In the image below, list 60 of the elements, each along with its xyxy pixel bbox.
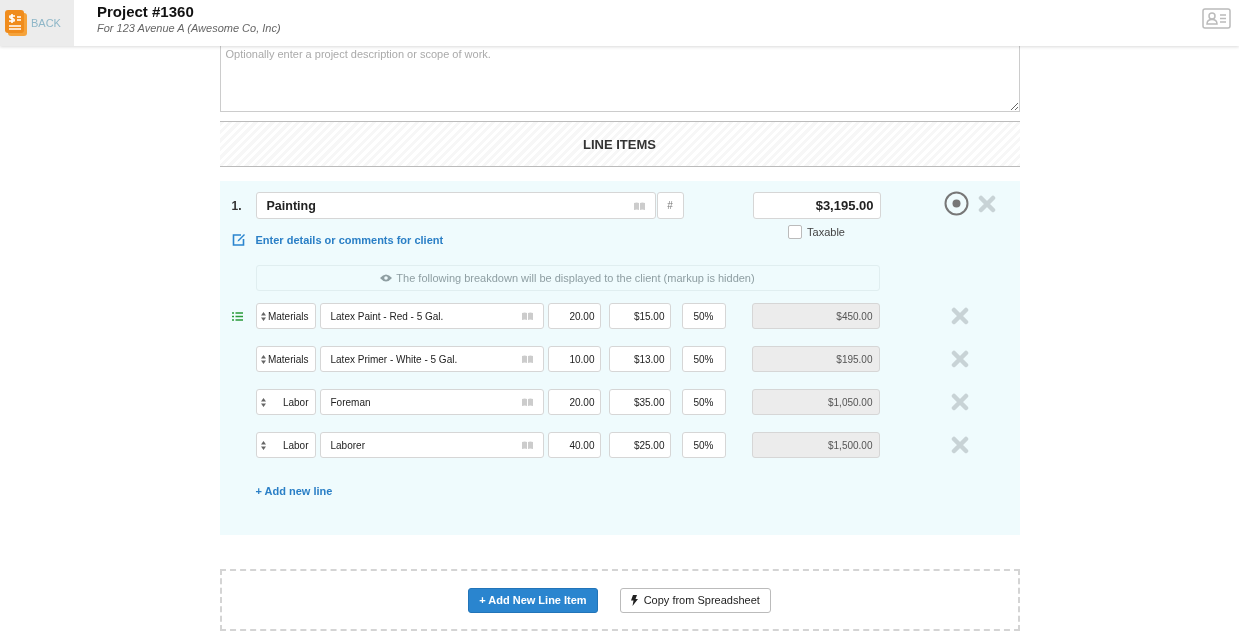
close-icon[interactable] xyxy=(950,436,969,454)
close-icon[interactable] xyxy=(950,307,969,325)
item-number: 1. xyxy=(231,198,243,213)
rate-field[interactable]: $15.00 xyxy=(608,303,671,329)
list-icon[interactable] xyxy=(231,311,243,321)
taxable-label: Taxable xyxy=(807,226,845,238)
sort-arrows-icon xyxy=(260,311,266,321)
contact-card-icon[interactable] xyxy=(1202,8,1231,29)
close-icon[interactable] xyxy=(950,350,969,368)
type-select[interactable]: Materials xyxy=(255,346,316,372)
quantity-field[interactable]: 20.00 xyxy=(547,303,601,329)
details-link[interactable]: Enter details or comments for client xyxy=(255,233,444,246)
item-total-field[interactable]: $3,195.00 xyxy=(752,192,881,219)
close-icon[interactable] xyxy=(950,393,969,411)
add-line-link[interactable]: + Add new line xyxy=(255,485,333,497)
type-select[interactable]: Materials xyxy=(255,303,316,329)
rate-field[interactable]: $35.00 xyxy=(608,389,671,415)
book-icon xyxy=(521,398,533,406)
rate-field[interactable]: $13.00 xyxy=(608,346,671,372)
radio-dot-icon[interactable] xyxy=(943,191,969,216)
hash-button[interactable]: # xyxy=(656,192,684,219)
sort-arrows-icon xyxy=(260,440,266,450)
line-amount-field: $450.00 xyxy=(751,303,880,329)
markup-field[interactable]: 50% xyxy=(681,432,726,458)
line-amount-field: $195.00 xyxy=(751,346,880,372)
project-subtitle: For 123 Avenue A (Awesome Co, Inc) xyxy=(97,22,282,34)
markup-field[interactable]: 50% xyxy=(681,303,726,329)
book-icon xyxy=(521,355,533,363)
add-line-item-button[interactable]: + Add New Line Item xyxy=(468,587,598,613)
eye-icon xyxy=(380,274,393,282)
type-select[interactable]: Labor xyxy=(255,389,316,415)
line-description-field[interactable]: Foreman xyxy=(319,389,544,415)
line-description-field[interactable]: Latex Paint - Red - 5 Gal. xyxy=(319,303,544,329)
sort-arrows-icon xyxy=(260,397,266,407)
quantity-field[interactable]: 20.00 xyxy=(547,389,601,415)
copy-spreadsheet-button[interactable]: Copy from Spreadsheet xyxy=(619,587,771,613)
rate-field[interactable]: $25.00 xyxy=(608,432,671,458)
line-description-field[interactable]: Laborer xyxy=(319,432,544,458)
book-icon xyxy=(521,312,533,320)
description-field[interactable]: Optionally enter a project description or scope of work. xyxy=(219,46,1020,112)
book-icon xyxy=(521,441,533,449)
line-description-field[interactable]: Latex Primer - White - 5 Gal. xyxy=(319,346,544,372)
bolt-icon xyxy=(630,594,638,606)
breakdown-text: The following breakdown will be displayed to the client (markup is hidden) xyxy=(396,272,755,284)
edit-icon[interactable] xyxy=(231,233,246,246)
sort-arrows-icon xyxy=(260,354,266,364)
markup-field[interactable]: 50% xyxy=(681,389,726,415)
project-title: Project #1360 xyxy=(97,3,195,20)
taxable-checkbox[interactable] xyxy=(788,225,803,239)
book-icon xyxy=(633,201,645,210)
invoice-logo-icon xyxy=(4,9,28,37)
line-amount-field: $1,500.00 xyxy=(751,432,880,458)
markup-field[interactable]: 50% xyxy=(681,346,726,372)
type-select[interactable]: Labor xyxy=(255,432,316,458)
line-amount-field: $1,050.00 xyxy=(751,389,880,415)
item-name-field[interactable]: Painting xyxy=(255,192,656,219)
close-icon[interactable] xyxy=(977,195,996,213)
section-header: LINE ITEMS xyxy=(219,121,1020,167)
quantity-field[interactable]: 40.00 xyxy=(547,432,601,458)
quantity-field[interactable]: 10.00 xyxy=(547,346,601,372)
